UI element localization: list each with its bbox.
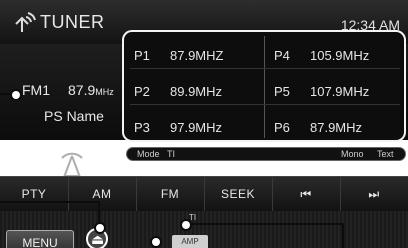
seek-button[interactable]: SEEK <box>204 177 273 211</box>
current-frequency: 87.9MHz <box>68 82 114 98</box>
callout-marker <box>10 89 22 101</box>
preset-frequency: 105.9MHz <box>310 48 370 63</box>
preset-button-p6[interactable]: P6 87.9MHz <box>264 112 404 140</box>
callout-line <box>342 223 344 248</box>
preset-number: P3 <box>134 120 150 135</box>
preset-number: P2 <box>134 84 150 99</box>
satellite-antenna-icon <box>15 12 36 32</box>
ti-indicator[interactable]: TI <box>167 149 175 159</box>
preset-button-p5[interactable]: P5 107.9MHz <box>264 76 404 104</box>
mode-bar: Mode TI Mono Text <box>126 147 406 161</box>
frequency-value: 87.9 <box>68 82 96 98</box>
preset-list: P1 87.9MHZ P2 89.9MHz P3 97.9MHz P4 105.… <box>122 30 406 142</box>
next-button[interactable]: ⏭ <box>340 177 408 211</box>
frequency-unit: MHz <box>95 87 114 97</box>
text-button[interactable]: Text <box>377 149 394 159</box>
mono-button[interactable]: Mono <box>341 149 364 159</box>
callout-marker <box>150 236 162 248</box>
preset-frequency: 87.9MHz <box>310 120 363 135</box>
band-label: FM1 <box>22 82 50 98</box>
preset-frequency: 89.9MHz <box>170 84 223 99</box>
callout-marker <box>180 219 192 231</box>
app-title: TUNER <box>40 12 105 32</box>
callout-line <box>0 201 100 203</box>
pty-button[interactable]: PTY <box>0 177 69 211</box>
callout-marker <box>94 222 106 234</box>
ps-name: PS Name <box>44 108 104 124</box>
preset-frequency: 107.9MHz <box>310 84 370 99</box>
preset-number: P4 <box>274 48 290 63</box>
preset-frequency: 87.9MHZ <box>170 48 224 63</box>
preset-number: P5 <box>274 84 290 99</box>
fm-button[interactable]: FM <box>136 177 205 211</box>
preset-button-p4[interactable]: P4 105.9MHz <box>264 40 404 68</box>
preset-number: P1 <box>134 48 150 63</box>
preset-button-p3[interactable]: P3 97.9MHz <box>124 112 264 140</box>
preset-button-p2[interactable]: P2 89.9MHz <box>124 76 264 104</box>
preset-row-divider <box>130 68 400 69</box>
amp-indicator: AMP <box>172 235 208 248</box>
preset-button-p1[interactable]: P1 87.9MHZ <box>124 40 264 68</box>
preset-number: P6 <box>274 120 290 135</box>
function-button-row: PTY AM FM SEEK ⏮ ⏭ <box>0 176 408 212</box>
am-button[interactable]: AM <box>68 177 137 211</box>
previous-button[interactable]: ⏮ <box>272 177 341 211</box>
preset-row-divider <box>130 104 400 105</box>
preset-frequency: 97.9MHz <box>170 120 223 135</box>
mode-button[interactable]: Mode <box>137 149 160 159</box>
callout-line <box>184 223 344 225</box>
menu-button[interactable]: MENU <box>6 230 74 248</box>
tuner-screen: TUNER 12:34 AM FM1 87.9MHz PS Name P1 87… <box>0 0 408 248</box>
